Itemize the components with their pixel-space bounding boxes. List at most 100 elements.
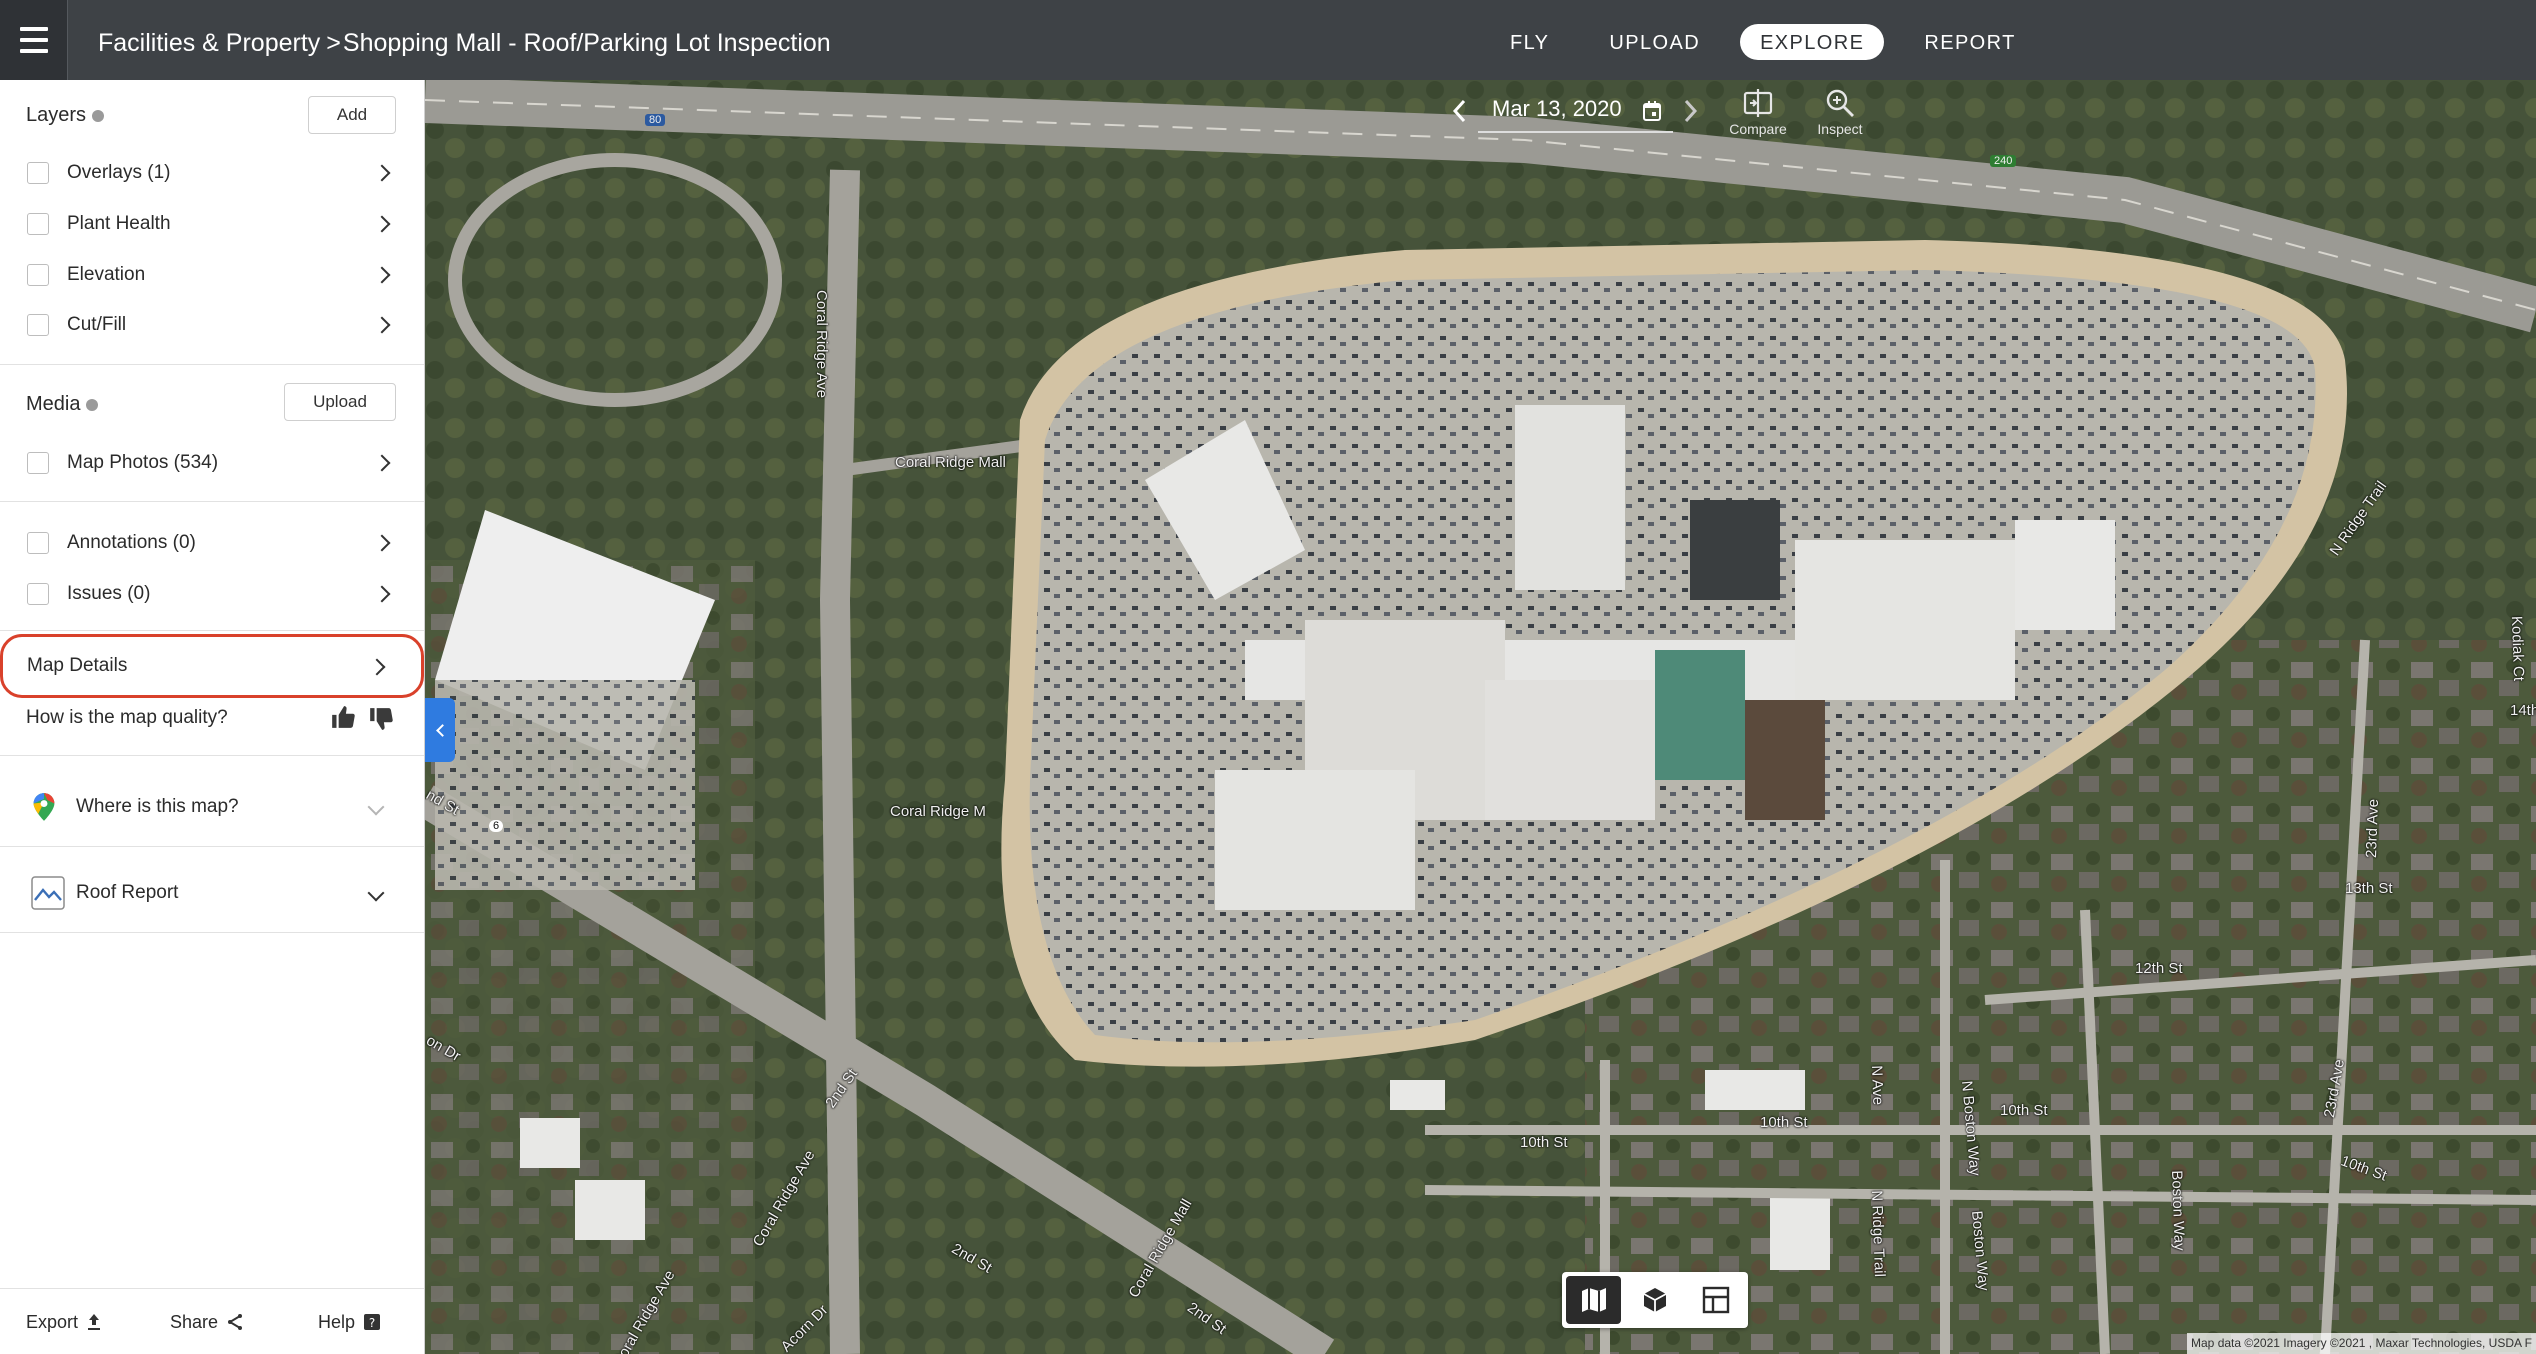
street-label: 12th St (2135, 960, 2183, 977)
street-label: 14th (2510, 702, 2536, 719)
collapse-sidebar-button[interactable] (425, 698, 455, 762)
compare-label: Compare (1729, 121, 1787, 137)
i80-shield-icon: 80 (645, 114, 666, 126)
layers-title: Layers (26, 104, 87, 126)
3d-model-icon[interactable] (1627, 1276, 1682, 1324)
breadcrumb-separator: > (326, 29, 341, 57)
chevron-right-icon (373, 454, 391, 472)
street-label: 23rd Ave (2362, 798, 2382, 859)
divider (0, 932, 424, 933)
elevation-checkbox[interactable] (27, 264, 49, 286)
row-annotations[interactable]: Annotations (0) (0, 521, 424, 565)
breadcrumb-root[interactable]: Facilities & Property (98, 29, 320, 57)
cut-fill-checkbox[interactable] (27, 314, 49, 336)
layer-row-cut-fill[interactable]: Cut/Fill (0, 303, 424, 347)
upload-media-button[interactable]: Upload (284, 383, 396, 421)
map-details-button[interactable]: Map Details (0, 634, 424, 698)
roof-report-label: Roof Report (76, 882, 179, 903)
calendar-icon[interactable] (1642, 100, 1662, 122)
main-nav: FLY UPLOAD EXPLORE REPORT (1490, 24, 2056, 60)
street-label: 10th St (2000, 1102, 2048, 1119)
map-details-label: Map Details (27, 655, 128, 676)
roof-report-row[interactable]: Roof Report (0, 871, 424, 915)
aerial-imagery (425, 80, 2536, 1354)
view-mode-switcher (1562, 1272, 1748, 1328)
prev-date-icon[interactable] (1450, 98, 1470, 124)
media-label: Map Photos (534) (67, 452, 219, 473)
chevron-right-icon (373, 534, 391, 552)
thumbs-down-icon[interactable] (368, 706, 394, 732)
layer-label: Elevation (67, 264, 146, 285)
date-display[interactable]: Mar 13, 2020 (1492, 96, 1622, 122)
hwy240-shield-icon: 240 (1990, 155, 2017, 167)
chevron-right-icon (368, 658, 386, 676)
magnifier-icon (1826, 89, 1854, 117)
top-bar: Facilities & Property >Shopping Mall - Ro… (0, 0, 2536, 80)
help-label: Help (318, 1312, 356, 1332)
add-layer-button[interactable]: Add (308, 96, 396, 134)
info-icon[interactable] (92, 109, 105, 122)
date-underline (1478, 131, 1673, 133)
layer-label: Plant Health (67, 213, 171, 234)
issues-label: Issues (0) (67, 583, 151, 604)
chevron-left-icon (435, 723, 449, 737)
export-label: Export (26, 1312, 79, 1332)
divider (0, 501, 424, 502)
tab-explore[interactable]: EXPLORE (1740, 24, 1885, 60)
divider (0, 630, 424, 631)
chevron-down-icon (367, 884, 385, 902)
layer-row-plant-health[interactable]: Plant Health (0, 202, 424, 246)
tab-upload[interactable]: UPLOAD (1589, 24, 1720, 60)
breadcrumb: Facilities & Property >Shopping Mall - Ro… (98, 0, 831, 80)
chevron-right-icon (373, 266, 391, 284)
street-label: Coral Ridge M (890, 803, 986, 820)
compare-tool[interactable]: Compare (1726, 88, 1790, 137)
overlays-checkbox[interactable] (27, 162, 49, 184)
split-view-icon[interactable] (1689, 1276, 1744, 1324)
street-label: Kodiak Ct (2507, 615, 2528, 682)
next-date-icon[interactable] (1680, 98, 1700, 124)
street-label: 10th St (1760, 1114, 1808, 1131)
compare-icon (1743, 89, 1773, 117)
tab-report[interactable]: REPORT (1904, 24, 2035, 60)
hamburger-menu-icon[interactable] (0, 0, 68, 80)
google-maps-icon (33, 793, 55, 821)
export-button[interactable]: Export (26, 1289, 102, 1354)
media-row-map-photos[interactable]: Map Photos (534) (0, 441, 424, 485)
chevron-right-icon (373, 164, 391, 182)
street-label: 10th St (1520, 1134, 1568, 1151)
plant-health-checkbox[interactable] (27, 213, 49, 235)
share-button[interactable]: Share (170, 1289, 244, 1354)
share-label: Share (170, 1312, 219, 1332)
street-label: N Ave (1868, 1065, 1887, 1106)
thumbs-up-icon[interactable] (330, 704, 356, 730)
inspect-tool[interactable]: Inspect (1808, 88, 1872, 137)
svg-text:?: ? (369, 1316, 375, 1330)
street-label: Boston Way (2168, 1170, 2188, 1251)
inspect-label: Inspect (1817, 121, 1863, 137)
chevron-right-icon (373, 585, 391, 603)
upload-arrow-icon (88, 1314, 101, 1330)
where-is-this-map-label: Where is this map? (76, 796, 239, 817)
row-issues[interactable]: Issues (0) (0, 572, 424, 616)
info-icon[interactable] (86, 398, 99, 411)
map-quality-prompt: How is the map quality? (26, 707, 228, 728)
roof-report-icon (31, 876, 65, 910)
annotations-checkbox[interactable] (27, 532, 49, 554)
where-is-this-map-row[interactable]: Where is this map? (0, 785, 424, 829)
map-photos-checkbox[interactable] (27, 452, 49, 474)
help-button[interactable]: Help ? (318, 1289, 381, 1354)
map-attribution: Map data ©2021 Imagery ©2021 , Maxar Tec… (2187, 1333, 2536, 1354)
layer-row-overlays[interactable]: Overlays (1) (0, 151, 424, 195)
street-label: Coral Ridge Ave (813, 290, 830, 399)
aerial-map[interactable]: Coral Ridge Ave Coral Ridge Mall Coral R… (425, 80, 2536, 1354)
media-heading: Media (26, 393, 99, 416)
share-icon (228, 1314, 243, 1330)
tab-fly[interactable]: FLY (1490, 24, 1569, 60)
hwy6-shield-icon: 6 (489, 820, 504, 832)
2d-map-icon[interactable] (1566, 1276, 1622, 1324)
layer-label: Overlays (1) (67, 162, 171, 183)
breadcrumb-current: Shopping Mall - Roof/Parking Lot Inspect… (342, 29, 831, 57)
layer-row-elevation[interactable]: Elevation (0, 253, 424, 297)
issues-checkbox[interactable] (27, 583, 49, 605)
